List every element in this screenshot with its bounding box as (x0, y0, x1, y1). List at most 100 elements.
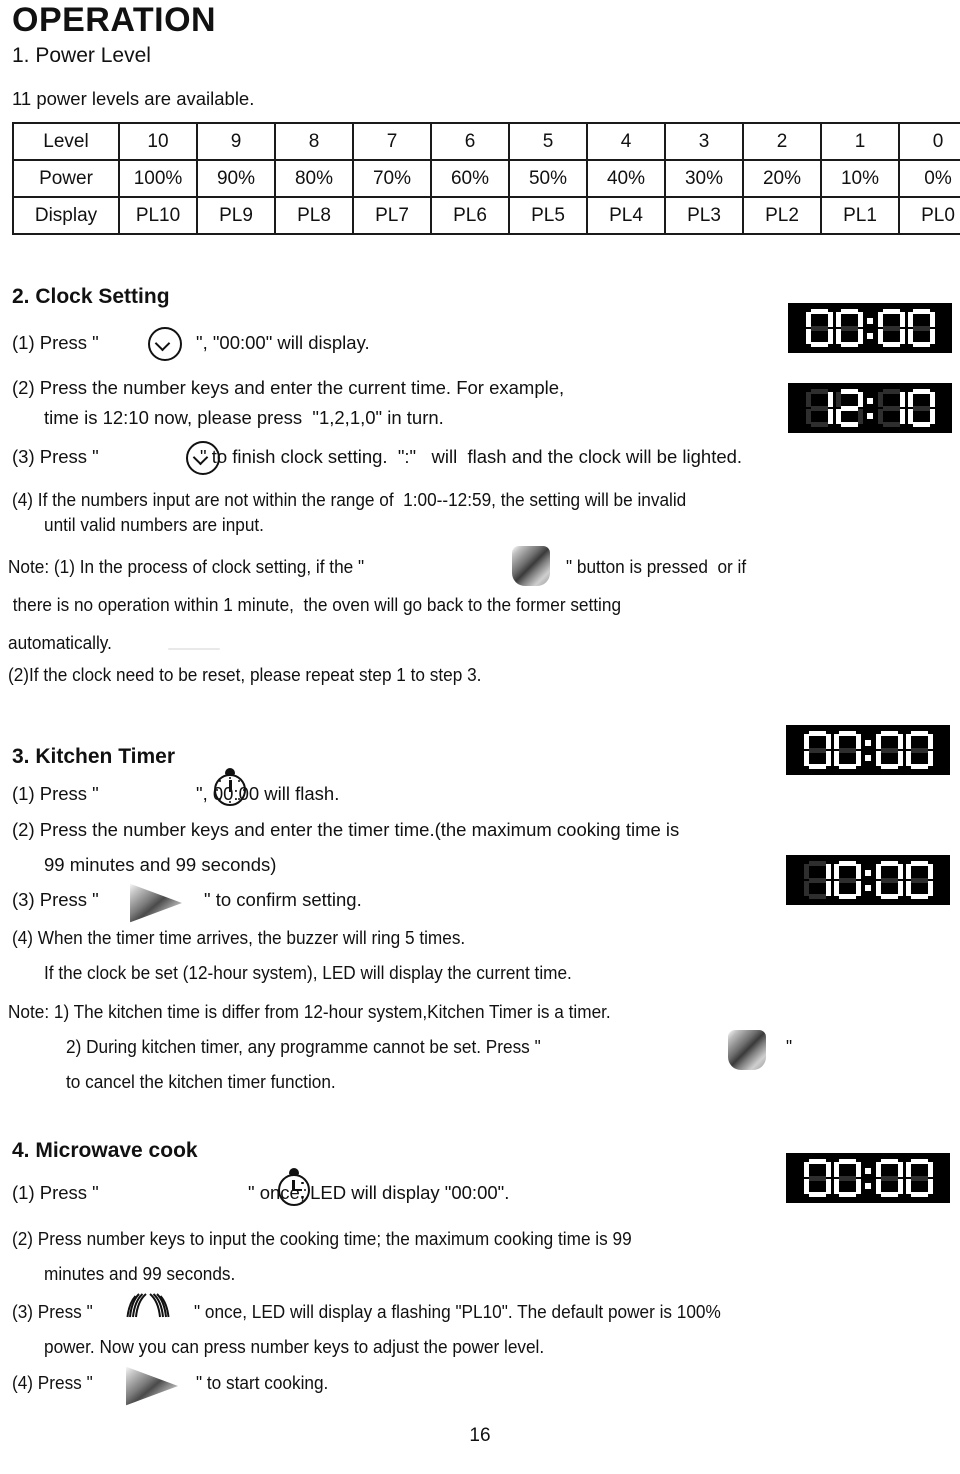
section-4-step-3-pre: (3) Press " (12, 1301, 93, 1322)
table-row-power: Power 100% 90% 80% 70% 60% 50% 40% 30% 2… (12, 159, 960, 198)
cell-power-3: 30% (664, 159, 744, 198)
table-row-display: Display PL10 PL9 PL8 PL7 PL6 PL5 PL4 PL3… (12, 196, 960, 235)
section-2-step-2-line-1: (2) Press the number keys and enter the … (12, 377, 565, 398)
cell-display-7: PL7 (352, 196, 432, 235)
section-2-note-1-pre: Note: (1) In the process of clock settin… (8, 556, 365, 577)
section-2-note-4: (2)If the clock need to be reset, please… (8, 664, 482, 685)
led-digit (803, 731, 831, 769)
stop-cancel-button-icon (728, 1030, 766, 1070)
led-colon (864, 1159, 873, 1197)
led-display-microwave-0000 (786, 1153, 950, 1203)
power-level-table: Level 10 9 8 7 6 5 4 3 2 1 0 Power 100% … (12, 122, 960, 235)
manual-page: OPERATION 1. Power Level 11 power levels… (0, 0, 960, 1474)
led-digit (877, 309, 905, 347)
table-row-level: Level 10 9 8 7 6 5 4 3 2 1 0 (12, 122, 960, 161)
section-2-heading: 2. Clock Setting (12, 285, 170, 308)
cell-level-6: 6 (430, 122, 510, 161)
section-3-step-4-line-1: (4) When the timer time arrives, the buz… (12, 927, 466, 948)
cell-power-9: 90% (196, 159, 276, 198)
section-2-step-4-line-2: until valid numbers are input. (44, 514, 264, 535)
page-number: 16 (469, 1425, 491, 1446)
section-4-step-1-pre: (1) Press " (12, 1182, 99, 1203)
cell-display-5: PL5 (508, 196, 588, 235)
led-digit (905, 1159, 933, 1197)
led-digit (805, 389, 833, 427)
led-digit (833, 731, 861, 769)
section-4-step-3-line-2: power. Now you can press number keys to … (44, 1336, 545, 1357)
cell-level-0: 0 (898, 122, 960, 161)
led-digit (907, 309, 935, 347)
section-4-step-2-line-2: minutes and 99 seconds. (44, 1263, 236, 1284)
led-digit (833, 861, 861, 899)
section-3-note-2-post: " (786, 1036, 793, 1057)
section-4-step-3-post: " once, LED will display a flashing "PL1… (194, 1301, 721, 1322)
section-1-intro: 11 power levels are available. (12, 88, 255, 109)
section-2-note-1-post: " button is pressed or if (566, 556, 747, 577)
cell-display-1: PL1 (820, 196, 900, 235)
section-3-note-1: Note: 1) The kitchen time is differ from… (8, 1001, 611, 1022)
section-3-note-2-pre: 2) During kitchen timer, any programme c… (66, 1036, 541, 1057)
cell-power-2: 20% (742, 159, 822, 198)
led-digit (805, 309, 833, 347)
section-2-step-1-post: ", "00:00" will display. (196, 332, 370, 353)
section-4-heading: 4. Microwave cook (12, 1139, 198, 1162)
led-digit (907, 389, 935, 427)
led-display-timer-0000 (786, 725, 950, 775)
led-colon (866, 309, 875, 347)
led-digit (803, 1159, 831, 1197)
cell-power-5: 50% (508, 159, 588, 198)
start-play-button-icon (130, 883, 182, 923)
row-header-display: Display (12, 196, 120, 235)
led-colon (864, 861, 873, 899)
page-title: OPERATION (12, 1, 217, 39)
cell-level-2: 2 (742, 122, 822, 161)
section-2-step-3-pre: (3) Press " (12, 446, 99, 467)
led-display-clock-0000 (788, 303, 952, 353)
section-2-note-2: there is no operation within 1 minute, t… (8, 594, 622, 615)
section-3-step-3-pre: (3) Press " (12, 889, 99, 910)
led-digit (835, 309, 863, 347)
section-4-step-1-post: " once, LED will display "00:00". (248, 1182, 510, 1203)
row-header-level: Level (12, 122, 120, 161)
section-3-step-2-line-1: (2) Press the number keys and enter the … (12, 819, 680, 840)
cell-level-1: 1 (820, 122, 900, 161)
section-4-step-4-pre: (4) Press " (12, 1372, 93, 1393)
cell-power-1: 10% (820, 159, 900, 198)
cell-display-8: PL8 (274, 196, 354, 235)
section-1-heading: 1. Power Level (12, 44, 151, 67)
microwave-waves-icon (126, 1293, 174, 1319)
led-digit (875, 861, 903, 899)
scan-artifact (168, 648, 220, 650)
section-3-heading: 3. Kitchen Timer (12, 745, 175, 768)
section-2-step-3-post: " to finish clock setting. ":" will flas… (200, 446, 743, 467)
led-colon (864, 731, 873, 769)
section-3-step-2-line-2: 99 minutes and 99 seconds) (44, 854, 277, 875)
led-display-timer-1000 (786, 855, 950, 905)
cell-display-6: PL6 (430, 196, 510, 235)
cell-display-4: PL4 (586, 196, 666, 235)
led-digit (835, 389, 863, 427)
led-digit (803, 861, 831, 899)
cell-level-3: 3 (664, 122, 744, 161)
cell-power-6: 60% (430, 159, 510, 198)
section-2-note-3: automatically. (8, 632, 112, 653)
section-3-note-3: to cancel the kitchen timer function. (66, 1071, 336, 1092)
led-display-clock-1210 (788, 383, 952, 433)
section-4-step-4-post: " to start cooking. (196, 1372, 329, 1393)
cell-display-2: PL2 (742, 196, 822, 235)
led-digit (833, 1159, 861, 1197)
row-header-power: Power (12, 159, 120, 198)
cell-level-8: 8 (274, 122, 354, 161)
led-digit (875, 731, 903, 769)
section-3-step-3-post: " to confirm setting. (204, 889, 362, 910)
cell-power-8: 80% (274, 159, 354, 198)
cell-display-10: PL10 (118, 196, 198, 235)
section-2-step-1-pre: (1) Press " (12, 332, 99, 353)
cell-level-9: 9 (196, 122, 276, 161)
cell-power-4: 40% (586, 159, 666, 198)
cell-power-10: 100% (118, 159, 198, 198)
section-2-step-4-line-1: (4) If the numbers input are not within … (12, 489, 687, 510)
cell-power-0: 0% (898, 159, 960, 198)
cell-level-5: 5 (508, 122, 588, 161)
cell-level-7: 7 (352, 122, 432, 161)
